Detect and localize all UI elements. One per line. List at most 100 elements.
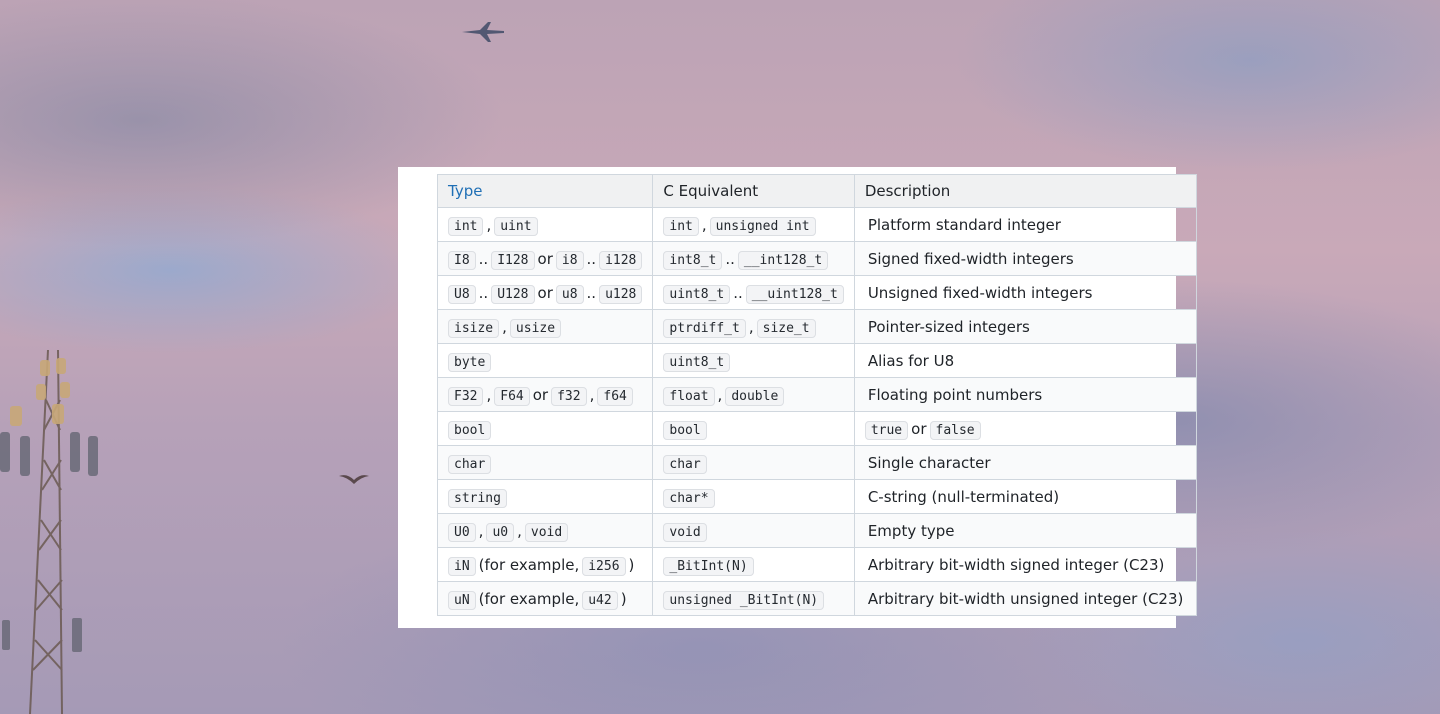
code-token: _BitInt(N) (663, 556, 754, 576)
separator-text: C-string (null-terminated) (867, 487, 1060, 506)
separator-text: , (486, 215, 492, 234)
cell-c-equivalent: ptrdiff_t, size_t (652, 309, 855, 344)
code-token: I128 (491, 250, 535, 270)
separator-text: , (717, 385, 723, 404)
separator-text: ) (620, 589, 627, 608)
code-token: double (725, 386, 785, 406)
cell-c-equivalent: uint8_t.. __uint128_t (652, 275, 855, 310)
separator-text: Arbitrary bit-width signed integer (C23) (867, 555, 1165, 574)
separator-text: or (911, 419, 927, 438)
table-row: F32, F64 or f32, f64 float, double Floating poi… (436, 377, 1198, 412)
code-token: usize (509, 318, 562, 338)
code-token: f32 (551, 386, 587, 406)
separator-text: , (701, 215, 707, 234)
code-token: __int128_t (737, 250, 829, 270)
cell-tower-graphic (0, 349, 98, 714)
cell-description: Single character (853, 445, 1198, 480)
cell-description: Signed fixed-width integers (853, 241, 1198, 276)
code-token: isize (448, 318, 500, 338)
cell-type: I8.. I128 or i8.. i128 (436, 241, 654, 276)
code-token: u0 (486, 522, 515, 542)
separator-text: .. (586, 249, 597, 268)
cell-c-equivalent: int, unsigned int (652, 207, 855, 242)
code-token: uN (448, 590, 476, 610)
header-description: Description (853, 174, 1198, 208)
code-token: size_t (756, 318, 816, 338)
code-token: unsigned int (709, 216, 816, 236)
separator-text: , (517, 521, 522, 540)
cell-c-equivalent: unsigned _BitInt(N) (652, 581, 855, 616)
cell-c-equivalent: int8_t.. __int128_t (652, 241, 855, 276)
code-token: string (448, 488, 507, 508)
separator-text: .. (478, 249, 489, 268)
code-token: f64 (597, 386, 633, 406)
separator-text: or (537, 283, 553, 302)
types-table: Type C Equivalent Description int, uint in… (436, 174, 1198, 616)
code-token: u8 (555, 284, 584, 304)
code-token: char (448, 454, 492, 474)
cell-type: int, uint (436, 207, 654, 242)
cell-type: string (436, 479, 654, 514)
code-token: bool (663, 420, 707, 440)
table-row: uN (for example, u42) unsigned _BitInt(N) Ar… (436, 581, 1198, 616)
code-token: i128 (599, 250, 643, 270)
cell-type: uN (for example, u42) (436, 581, 654, 616)
content-panel: Type C Equivalent Description int, uint in… (398, 167, 1198, 628)
separator-text: , (589, 385, 595, 404)
separator-text: .. (725, 249, 735, 268)
code-token: __uint128_t (745, 284, 844, 304)
cell-description: Platform standard integer (853, 207, 1198, 242)
cell-type: iN (for example, i256) (436, 547, 654, 582)
table-row: isize, usize ptrdiff_t, size_t Pointer-sized… (436, 309, 1198, 344)
separator-text: Alias for U8 (867, 351, 955, 370)
cell-description: Unsigned fixed-width integers (853, 275, 1198, 310)
code-token: char (663, 454, 707, 474)
cell-type: byte (436, 343, 654, 378)
cell-type: U0, u0, void (436, 513, 654, 548)
separator-text: or (537, 249, 553, 268)
separator-text: Single character (867, 453, 991, 472)
separator-text: , (502, 317, 507, 336)
code-token: uint8_t (663, 352, 731, 372)
cell-description: true or false (853, 411, 1198, 446)
cell-description: C-string (null-terminated) (853, 479, 1198, 514)
separator-text: .. (733, 283, 743, 302)
cell-c-equivalent: char (652, 445, 855, 480)
code-token: iN (448, 556, 476, 576)
header-c-equivalent: C Equivalent (652, 174, 855, 208)
separator-text: Empty type (867, 521, 955, 540)
code-token: I8 (448, 250, 476, 270)
cell-type: F32, F64 or f32, f64 (436, 377, 654, 412)
separator-text: Floating point numbers (867, 385, 1043, 404)
code-token: u42 (582, 590, 618, 610)
code-token: i8 (555, 250, 584, 270)
separator-text: Arbitrary bit-width unsigned integer (C2… (867, 589, 1184, 608)
header-type[interactable]: Type (436, 174, 654, 208)
code-token: void (524, 522, 569, 542)
cell-type: char (436, 445, 654, 480)
code-token: true (864, 420, 909, 440)
table-row: int, uint int, unsigned int Platform standar… (436, 207, 1198, 242)
cell-c-equivalent: void (652, 513, 855, 548)
airplane-graphic (462, 22, 504, 42)
cell-c-equivalent: _BitInt(N) (652, 547, 855, 582)
separator-text: .. (478, 283, 489, 302)
code-token: F32 (448, 386, 484, 406)
table-row: string char* C-string (null-terminated) (436, 479, 1198, 514)
code-token: bool (448, 420, 492, 440)
table-row: I8.. I128 or i8.. i128 int8_t.. __int128_t Sign… (436, 241, 1198, 276)
code-token: false (929, 420, 981, 440)
cell-c-equivalent: float, double (652, 377, 855, 412)
cell-description: Arbitrary bit-width signed integer (C23) (853, 547, 1198, 582)
table-row: U8.. U128 or u8.. u128 uint8_t.. __uint128_t Un… (436, 275, 1198, 310)
separator-text: (for example, (478, 555, 580, 574)
cell-c-equivalent: bool (652, 411, 855, 446)
code-token: uint (494, 216, 538, 236)
code-token: U8 (448, 284, 476, 304)
separator-text: Pointer-sized integers (867, 317, 1030, 336)
table-header-row: Type C Equivalent Description (436, 174, 1198, 208)
table-body: int, uint int, unsigned int Platform standar… (436, 207, 1198, 616)
separator-text: Signed fixed-width integers (867, 249, 1074, 268)
cell-type: bool (436, 411, 654, 446)
cell-c-equivalent: char* (652, 479, 855, 514)
